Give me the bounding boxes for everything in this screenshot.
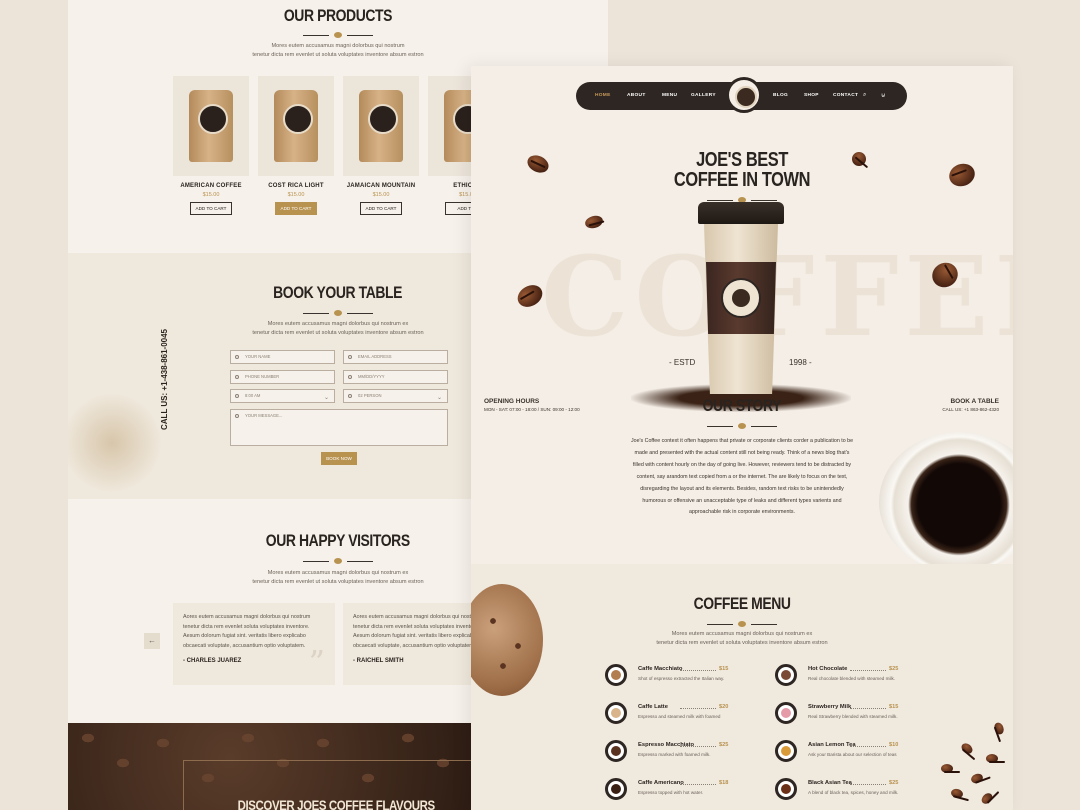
- menu-item: Espresso Macchiato $25 Espresso marked w…: [605, 740, 735, 764]
- nav-item-gallery[interactable]: GALLERY: [691, 93, 716, 98]
- menu-title: COFFEE MENU: [693, 594, 791, 613]
- ornament-divider: [303, 557, 373, 567]
- menu-subtitle: Mores eutem accusamus magni dolorbus qui…: [671, 631, 813, 637]
- testimonial-text: Aores eutem accusamus magni dolorbus qui…: [183, 614, 311, 650]
- cup-icon: [775, 740, 797, 762]
- nav-item-about[interactable]: ABOUT: [627, 93, 646, 98]
- nav-item-contact[interactable]: CONTACT: [833, 93, 858, 98]
- product-card[interactable]: AMERICAN COFFEE $15.00 ADD TO CART: [173, 76, 249, 215]
- main-nav: HOME ABOUT MENU GALLERY BLOG SHOP CONTAC…: [576, 77, 907, 113]
- message-textarea[interactable]: YOUR MESSAGE...: [230, 409, 448, 446]
- coffee-beans-image: [931, 704, 1013, 810]
- persons-select[interactable]: 02 PERSON ⌄: [343, 389, 448, 403]
- book-now-button[interactable]: BOOK NOW: [321, 452, 357, 465]
- coffee-bag-image: [258, 76, 334, 176]
- product-card[interactable]: COST RICA LIGHT $15.00 ADD TO CART: [258, 76, 334, 215]
- search-icon[interactable]: ⌕: [863, 92, 866, 99]
- booking-title: BOOK YOUR TABLE: [273, 283, 403, 302]
- menu-item: Asian Lemon Tea $10 Ask your Barista abo…: [775, 740, 905, 764]
- coffee-cup-image: [698, 202, 784, 402]
- cup-icon: [775, 702, 797, 724]
- estd-year: 1998 -: [789, 358, 812, 367]
- hero-title: COFFEE IN TOWN: [673, 169, 811, 191]
- flavours-title: DISCOVER JOES COFFEE FLAVOURS: [237, 797, 436, 810]
- product-name: AMERICAN COFFEE: [180, 183, 242, 189]
- coffee-menu-section: COFFEE MENU Mores eutem accusamus magni …: [471, 564, 1013, 810]
- testimonial-author: - CHARLES JUAREZ: [183, 657, 242, 664]
- brand-logo[interactable]: [726, 77, 762, 113]
- cup-icon: [775, 778, 797, 800]
- product-price: $15.00: [202, 192, 220, 198]
- cup-icon: [605, 740, 627, 762]
- product-card[interactable]: JAMAICAN MOUNTAIN $15.00 ADD TO CART: [343, 76, 419, 215]
- story-section: OUR STORY Joe's Coffee context it often …: [471, 384, 1013, 572]
- cart-icon[interactable]: ⊍: [881, 92, 885, 99]
- date-field[interactable]: MM/DD/YYYY: [343, 370, 448, 384]
- nav-item-shop[interactable]: SHOP: [804, 93, 819, 98]
- prev-arrow-button[interactable]: ←: [144, 633, 160, 649]
- cup-icon: [605, 702, 627, 724]
- chevron-down-icon: ⌄: [436, 395, 442, 401]
- ornament-divider: [707, 422, 777, 432]
- add-to-cart-button[interactable]: ADD TO CART: [275, 202, 317, 215]
- call-us-vertical: CALL US: +1-438-861-0045: [160, 328, 169, 430]
- right-page-mockup: HOME ABOUT MENU GALLERY BLOG SHOP CONTAC…: [471, 66, 1013, 810]
- menu-item: Caffe Macchiato $15 Shot of espresso ext…: [605, 664, 735, 688]
- menu-item: Caffe Latte $20 Espresso and steamed mil…: [605, 702, 735, 726]
- products-subtitle: Mores eutem accusamus magni dolorbus qui…: [271, 43, 405, 49]
- add-to-cart-button[interactable]: ADD TO CART: [190, 202, 232, 215]
- products-title: OUR PRODUCTS: [283, 6, 393, 25]
- estd-label: - ESTD: [669, 358, 696, 367]
- menu-subtitle: tenetur dicta rem evenlet ut soluta volu…: [656, 640, 828, 647]
- phone-field[interactable]: PHONE NUMBER: [230, 370, 335, 384]
- product-name: JAMAICAN MOUNTAIN: [346, 183, 416, 189]
- menu-item: Hot Chocolate $25 Real chocolate blended…: [775, 664, 905, 688]
- story-title: OUR STORY: [702, 396, 782, 415]
- coffee-cup-topview-image: [879, 432, 1013, 572]
- coffee-bag-image: [173, 76, 249, 176]
- add-to-cart-button[interactable]: ADD TO CART: [360, 202, 402, 215]
- quote-icon: ”: [308, 643, 325, 681]
- coffee-bag-image: [343, 76, 419, 176]
- product-price: $15.00: [287, 192, 305, 198]
- nav-item-blog[interactable]: BLOG: [773, 93, 788, 98]
- menu-item: Strawberry Milk $15 Real Strawberry blen…: [775, 702, 905, 726]
- nav-item-home[interactable]: HOME: [595, 93, 611, 98]
- chevron-down-icon: ⌄: [323, 395, 329, 401]
- cup-icon: [605, 664, 627, 686]
- story-paragraph: Joe's Coffee context it often happens th…: [630, 438, 854, 516]
- cup-icon: [605, 778, 627, 800]
- name-field[interactable]: YOUR NAME: [230, 350, 335, 364]
- product-price: $15.00: [372, 192, 390, 198]
- hero-title: JOE'S BEST: [696, 149, 788, 171]
- coffee-bean-image: [583, 213, 605, 231]
- ornament-divider: [303, 31, 373, 41]
- cup-icon: [775, 664, 797, 686]
- products-subtitle: tenetur dicta rem evenlet ut soluta volu…: [252, 52, 424, 59]
- time-select[interactable]: 8:00 AM ⌄: [230, 389, 335, 403]
- product-name: COST RICA LIGHT: [268, 183, 324, 189]
- nav-item-menu[interactable]: MENU: [662, 93, 677, 98]
- menu-item: Black Asian Tea $25 A blend of black tea…: [775, 778, 905, 802]
- email-field[interactable]: EMAIL ADDRESS: [343, 350, 448, 364]
- visitors-title: OUR HAPPY VISITORS: [266, 531, 410, 550]
- ornament-divider: [303, 309, 373, 319]
- testimonial-card: Aores eutem accusamus magni dolorbus qui…: [173, 603, 335, 685]
- ornament-divider: [707, 620, 777, 630]
- menu-item: Caffe Americano $18 Espresso topped with…: [605, 778, 735, 802]
